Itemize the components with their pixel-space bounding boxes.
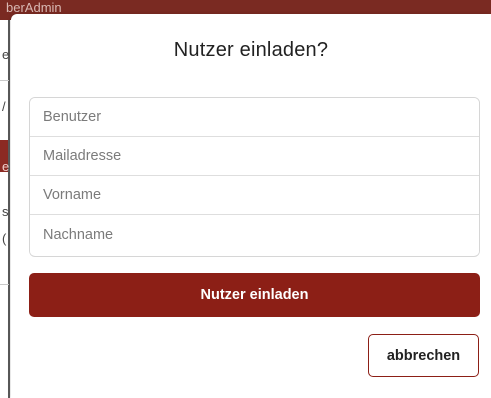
background-text-fragment: e bbox=[2, 159, 10, 174]
background-header-text: berAdmin bbox=[6, 0, 62, 15]
background-text-fragment: / bbox=[2, 99, 6, 114]
invite-user-button[interactable]: Nutzer einladen bbox=[29, 273, 480, 317]
dialog-title: Nutzer einladen? bbox=[173, 39, 329, 61]
invite-user-dialog: Nutzer einladen? Nutzer einladen abbrech… bbox=[11, 14, 491, 398]
background-text-fragment: ( bbox=[2, 231, 7, 246]
last-name-field[interactable] bbox=[30, 215, 479, 255]
invite-form-fields bbox=[29, 97, 480, 257]
email-field[interactable] bbox=[30, 137, 479, 176]
username-field[interactable] bbox=[30, 98, 479, 137]
background-text-fragment: s bbox=[2, 204, 9, 219]
background-text-fragment: e bbox=[2, 47, 10, 62]
first-name-field[interactable] bbox=[30, 176, 479, 215]
background-divider bbox=[0, 284, 9, 285]
cancel-button[interactable]: abbrechen bbox=[368, 334, 479, 377]
background-divider bbox=[0, 80, 9, 81]
